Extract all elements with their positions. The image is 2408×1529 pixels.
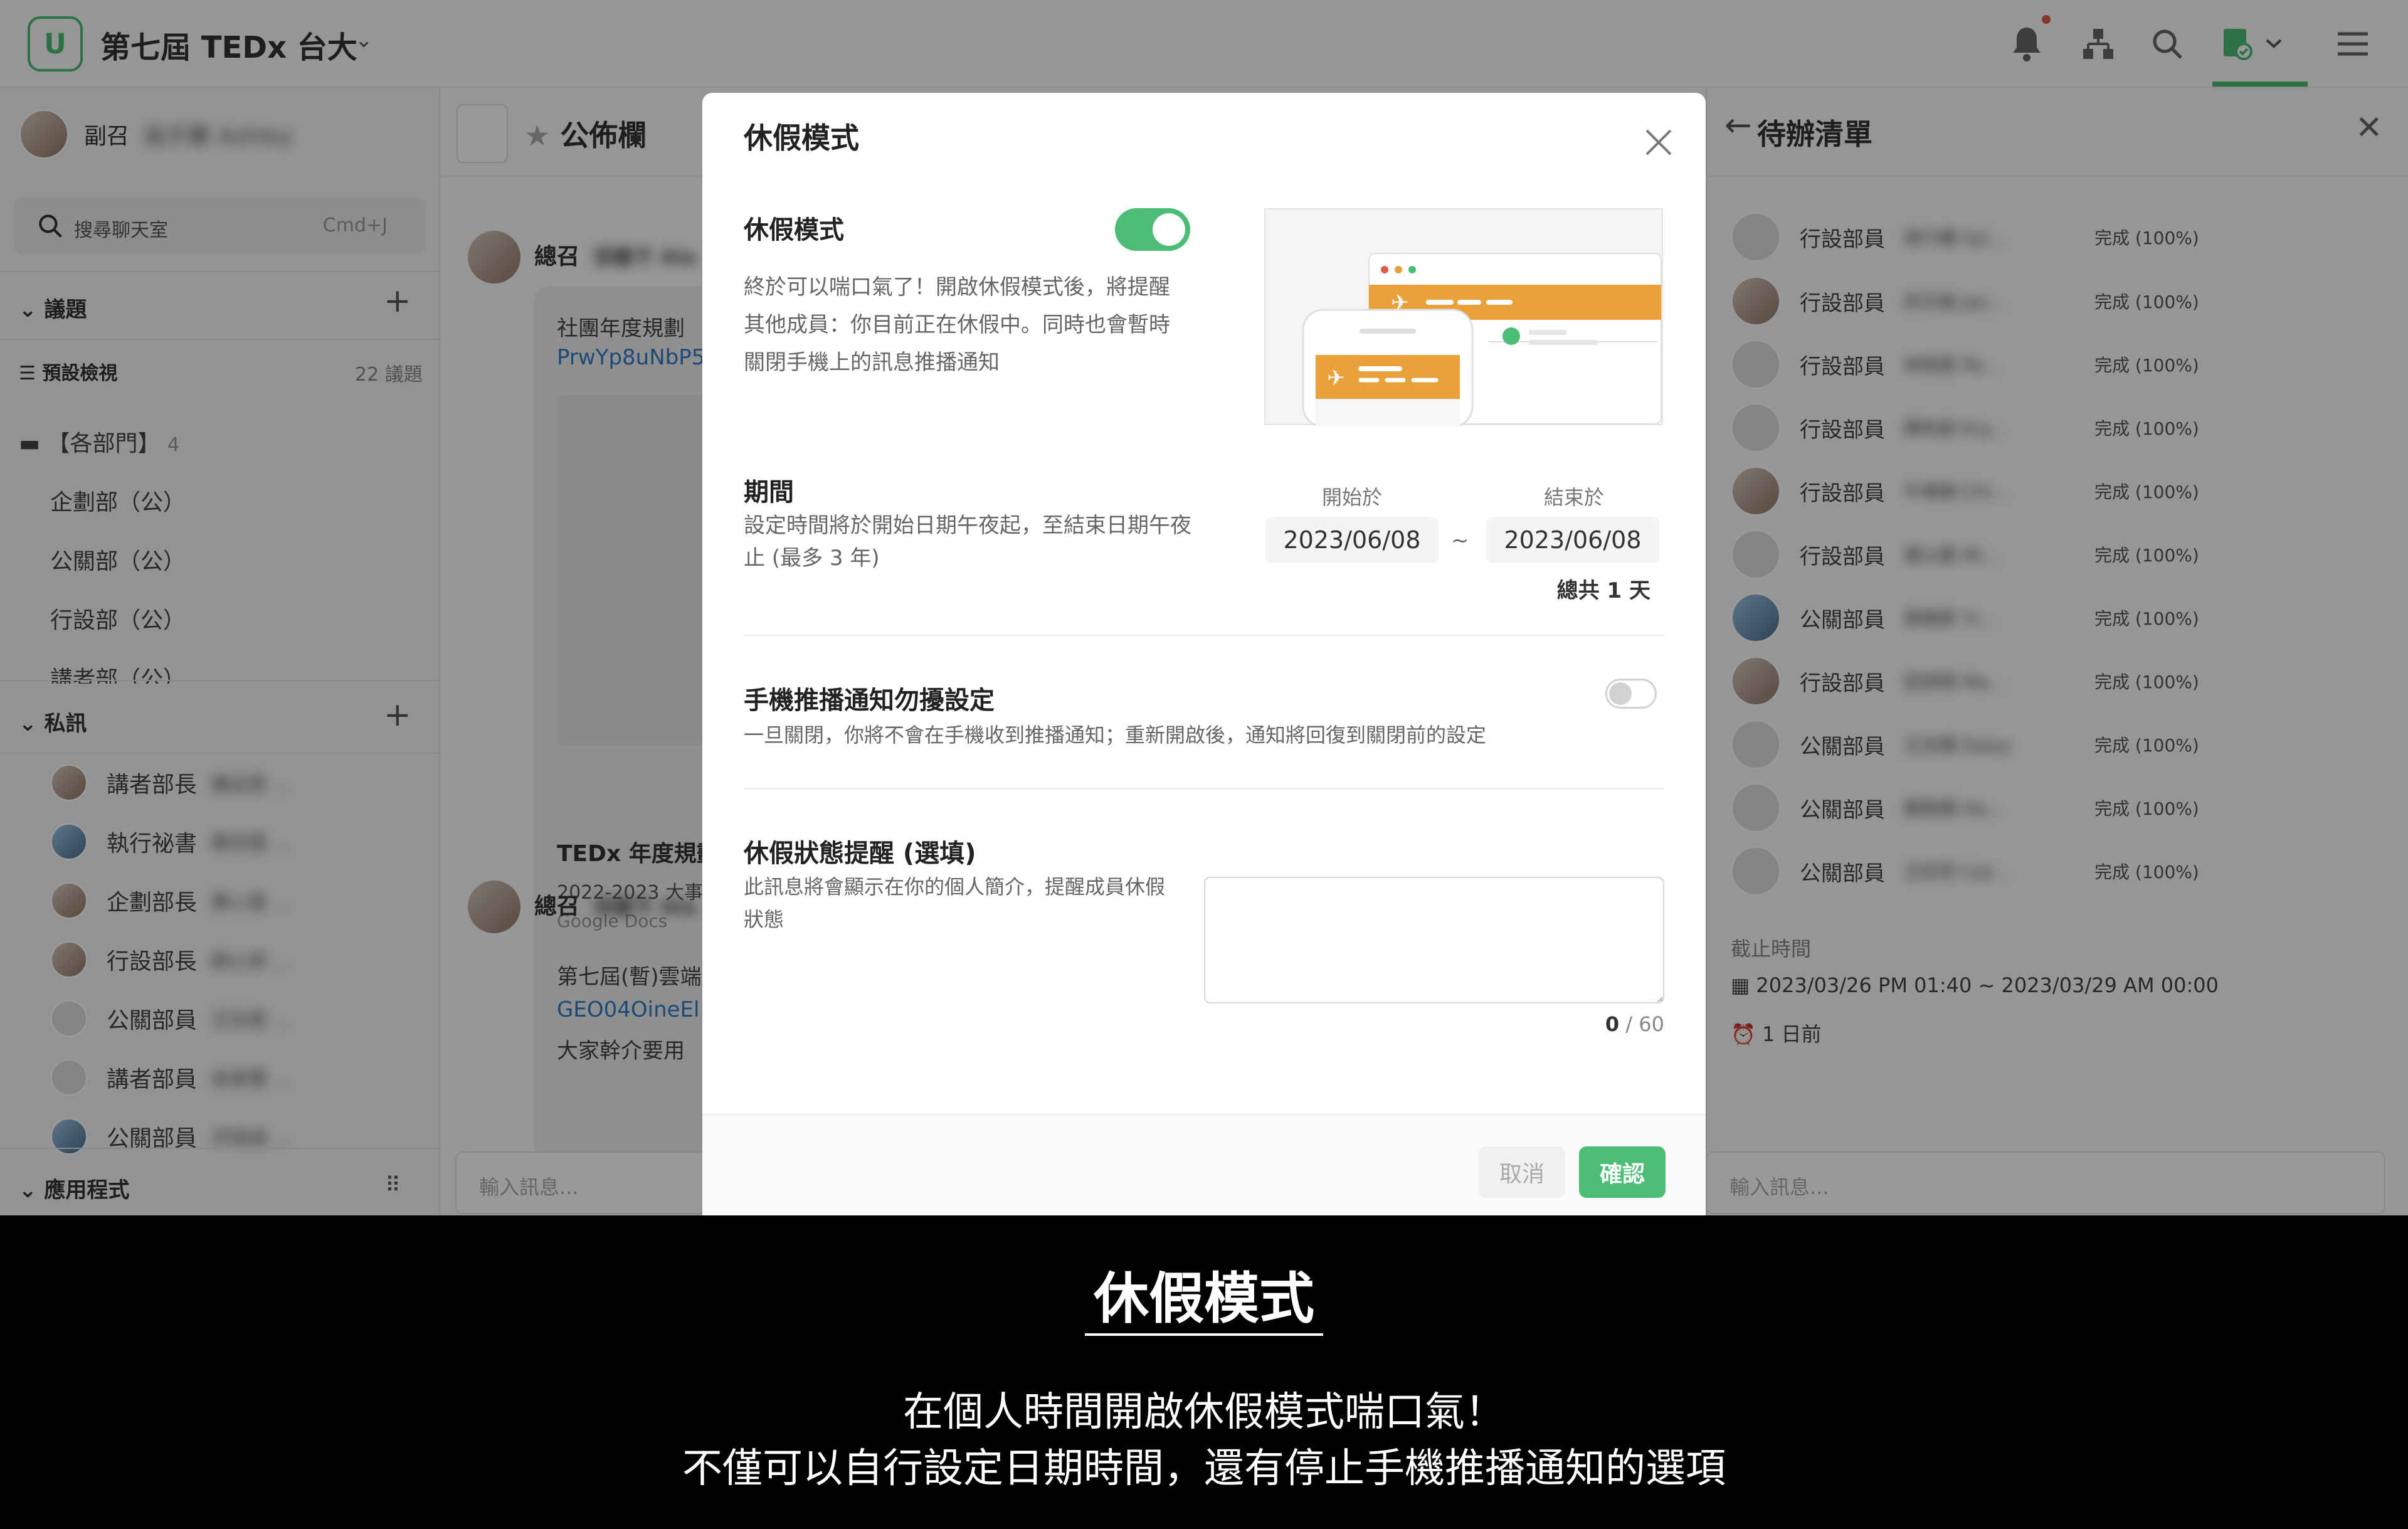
caption-underline (1085, 1333, 1323, 1336)
app-window: ᑌ 第七屆 TEDx 台大 ⌄ 副召 吳沂蓁 Ashley 搜尋聊天室 Cmd+… (0, 0, 2408, 1215)
desc-line: 狀態 (744, 907, 784, 931)
push-dnd-desc: 一旦關閉，你將不會在手機收到推播通知；重新開啟後，通知將回復到關閉前的設定 (744, 723, 1487, 747)
push-dnd-label: 手機推播通知勿擾設定 (744, 686, 995, 715)
desc-line: 止 (最多 3 年) (744, 546, 880, 571)
start-date-input[interactable]: 2023/06/08 (1265, 517, 1439, 563)
vacation-mode-toggle[interactable] (1115, 208, 1190, 251)
vacation-mode-desc: 終於可以喘口氣了！開啟休假模式後，將提醒 其他成員：你目前正在休假中。同時也會暫… (744, 268, 1170, 381)
total-days: 總共 1 天 (1556, 578, 1650, 603)
vacation-mode-dialog: 休假模式 休假模式 終於可以喘口氣了！開啟休假模式後，將提醒 其他成員：你目前正… (702, 93, 1706, 1215)
dialog-title: 休假模式 (744, 121, 859, 155)
caption-band: 休假模式 在個人時間開啟休假模式喘口氣！ 不僅可以自行設定日期時間，還有停止手機… (0, 1215, 2408, 1529)
date-separator: ~ (1451, 528, 1469, 553)
period-label: 期間 (744, 478, 794, 507)
char-count-current: 0 (1605, 1012, 1620, 1036)
cancel-button[interactable]: 取消 (1479, 1146, 1565, 1198)
vacation-mode-label: 休假模式 (744, 216, 844, 245)
end-date-input[interactable]: 2023/06/08 (1486, 517, 1659, 563)
vacation-illustration: ✈ ✈ (1264, 208, 1663, 428)
toggle-knob (1153, 213, 1185, 246)
desc-line: 終於可以喘口氣了！開啟休假模式後，將提醒 (744, 275, 1170, 300)
start-date-label: 開始於 (1321, 485, 1382, 509)
period-desc: 設定時間將於開始日期午夜起，至結束日期午夜 止 (最多 3 年) (744, 509, 1191, 574)
divider (744, 635, 1664, 636)
caption-title: 休假模式 (1093, 1266, 1314, 1331)
close-icon[interactable] (1637, 120, 1681, 164)
end-date-label: 結束於 (1543, 485, 1604, 509)
char-counter: 0 / 60 (1605, 1012, 1664, 1036)
status-message-label: 休假狀態提醒 (選填) (744, 839, 976, 868)
status-message-desc: 此訊息將會顯示在你的個人簡介，提醒成員休假 狀態 (744, 870, 1165, 936)
char-count-max: / 60 (1625, 1012, 1664, 1036)
svg-text:✈: ✈ (1327, 366, 1345, 391)
caption-line-1: 在個人時間開啟休假模式喘口氣！ (903, 1389, 1505, 1436)
push-dnd-toggle[interactable] (1605, 679, 1657, 709)
desc-line: 此訊息將會顯示在你的個人簡介，提醒成員休假 (744, 875, 1166, 899)
desc-line: 設定時間將於開始日期午夜起，至結束日期午夜 (744, 513, 1191, 538)
caption-line-2: 不僅可以自行設定日期時間，還有停止手機推播通知的選項 (682, 1446, 1726, 1492)
desc-line: 其他成員：你目前正在休假中。同時也會暫時 (744, 312, 1170, 337)
status-message-textarea[interactable] (1204, 877, 1664, 1003)
desc-line: 關閉手機上的訊息推播通知 (744, 350, 1000, 375)
divider (744, 788, 1664, 789)
confirm-button[interactable]: 確認 (1579, 1146, 1666, 1198)
toggle-knob (1609, 682, 1632, 705)
